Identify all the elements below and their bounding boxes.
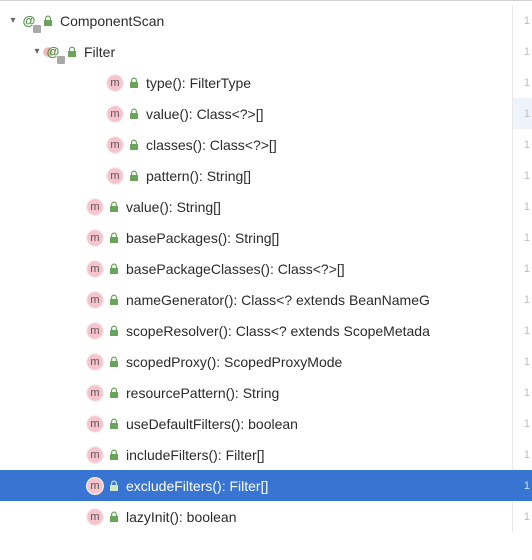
lock-icon [128, 138, 140, 152]
gutter-marker: 1 [512, 501, 532, 532]
lock-icon [108, 448, 120, 462]
gutter-marker: 1 [512, 191, 532, 222]
node-label: scopedProxy(): ScopedProxyMode [126, 354, 342, 370]
gutter-marker: 1 [512, 67, 532, 98]
lock-icon [108, 324, 120, 338]
gutter-marker: 1 [512, 36, 532, 67]
tree-node-method[interactable]: m classes(): Class<?>[] 1 [0, 129, 532, 160]
chevron-down-icon[interactable]: ▾ [6, 15, 20, 26]
gutter-marker: 1 [512, 470, 532, 501]
node-label: useDefaultFilters(): boolean [126, 416, 298, 432]
node-label: Filter [84, 44, 115, 60]
method-icon: m [86, 322, 104, 340]
structure-tree[interactable]: ▾ @ ComponentScan 1 ▾ @ Filter 1 m type()… [0, 1, 532, 532]
gutter-marker: 1 [512, 129, 532, 160]
method-icon: m [86, 415, 104, 433]
lock-icon [108, 479, 120, 493]
method-icon: m [86, 446, 104, 464]
tree-node-method[interactable]: m nameGenerator(): Class<? extends BeanNa… [0, 284, 532, 315]
gutter-marker: 1 [512, 346, 532, 377]
lock-icon [108, 293, 120, 307]
method-icon: m [86, 260, 104, 278]
lock-icon [108, 355, 120, 369]
tree-node-method[interactable]: m scopedProxy(): ScopedProxyMode 1 [0, 346, 532, 377]
gutter-marker: 1 [512, 315, 532, 346]
lock-icon [128, 76, 140, 90]
method-icon: m [106, 167, 124, 185]
tree-node-method[interactable]: m useDefaultFilters(): boolean 1 [0, 408, 532, 439]
node-label: includeFilters(): Filter[] [126, 447, 264, 463]
node-label: value(): String[] [126, 199, 221, 215]
node-label: value(): Class<?>[] [146, 106, 264, 122]
method-icon: m [86, 508, 104, 526]
tree-node-method[interactable]: m resourcePattern(): String 1 [0, 377, 532, 408]
node-label: type(): FilterType [146, 75, 251, 91]
gutter-marker: 1 [512, 284, 532, 315]
gutter-marker: 1 [512, 98, 532, 129]
gutter-marker: 1 [512, 160, 532, 191]
node-label: scopeResolver(): Class<? extends ScopeMe… [126, 323, 430, 339]
method-icon: m [106, 74, 124, 92]
lock-icon [108, 510, 120, 524]
gutter-marker: 1 [512, 439, 532, 470]
tree-node-method[interactable]: m includeFilters(): Filter[] 1 [0, 439, 532, 470]
lock-icon [108, 231, 120, 245]
lock-icon [128, 107, 140, 121]
tree-node-componentscan[interactable]: ▾ @ ComponentScan 1 [0, 5, 532, 36]
node-label: pattern(): String[] [146, 168, 251, 184]
gutter-marker: 1 [512, 377, 532, 408]
tree-node-method[interactable]: m type(): FilterType 1 [0, 67, 532, 98]
tree-node-method[interactable]: m lazyInit(): boolean 1 [0, 501, 532, 532]
lock-icon [108, 417, 120, 431]
gutter-marker: 1 [512, 5, 532, 36]
node-label: basePackageClasses(): Class<?>[] [126, 261, 345, 277]
annotation-icon: @ [44, 43, 62, 61]
tree-node-method[interactable]: m basePackageClasses(): Class<?>[] 1 [0, 253, 532, 284]
gutter-marker: 1 [512, 253, 532, 284]
tree-node-method[interactable]: m value(): String[] 1 [0, 191, 532, 222]
lock-icon [108, 262, 120, 276]
node-label: ComponentScan [60, 13, 164, 29]
method-icon: m [106, 105, 124, 123]
method-icon: m [86, 353, 104, 371]
node-label: resourcePattern(): String [126, 385, 279, 401]
tree-node-method[interactable]: m basePackages(): String[] 1 [0, 222, 532, 253]
node-label: lazyInit(): boolean [126, 509, 237, 525]
tree-node-method[interactable]: m excludeFilters(): Filter[] 1 [0, 470, 532, 501]
method-icon: m [86, 477, 104, 495]
tree-node-method[interactable]: m scopeResolver(): Class<? extends ScopeM… [0, 315, 532, 346]
method-icon: m [86, 291, 104, 309]
node-label: basePackages(): String[] [126, 230, 279, 246]
gutter-marker: 1 [512, 408, 532, 439]
method-icon: m [86, 384, 104, 402]
lock-icon [108, 386, 120, 400]
chevron-down-icon[interactable]: ▾ [30, 46, 44, 57]
method-icon: m [86, 229, 104, 247]
lock-icon [42, 14, 54, 28]
lock-icon [108, 200, 120, 214]
method-icon: m [106, 136, 124, 154]
method-icon: m [86, 198, 104, 216]
gutter-marker: 1 [512, 222, 532, 253]
node-label: nameGenerator(): Class<? extends BeanNam… [126, 292, 430, 308]
tree-node-filter[interactable]: ▾ @ Filter 1 [0, 36, 532, 67]
annotation-icon: @ [20, 12, 38, 30]
node-label: classes(): Class<?>[] [146, 137, 277, 153]
lock-icon [66, 45, 78, 59]
lock-icon [128, 169, 140, 183]
node-label: excludeFilters(): Filter[] [126, 478, 268, 494]
tree-node-method[interactable]: m pattern(): String[] 1 [0, 160, 532, 191]
tree-node-method[interactable]: m value(): Class<?>[] 1 [0, 98, 532, 129]
